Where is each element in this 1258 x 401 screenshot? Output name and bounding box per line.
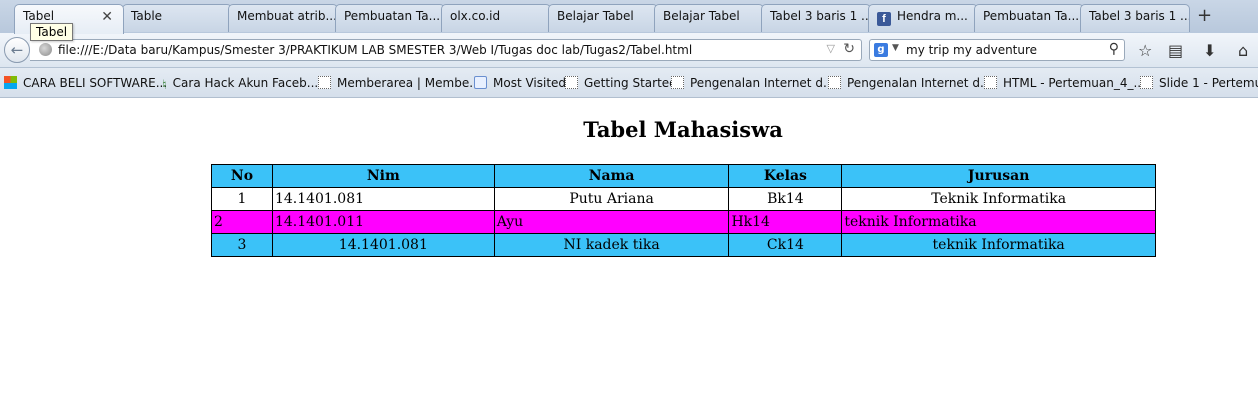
bookmarks-list-icon[interactable]: ▤ <box>1168 41 1183 60</box>
tab-pembuatan-tabel-2[interactable]: Pembuatan Ta... <box>974 4 1084 32</box>
search-bar[interactable]: g ▼ my trip my adventure ⚲ <box>869 39 1125 61</box>
tab-label: Hendra m... <box>897 9 968 23</box>
tab-belajar-tabel-2[interactable]: Belajar Tabel <box>654 4 764 32</box>
page-title: Tabel Mahasiswa <box>583 117 783 142</box>
table-row: 1 14.1401.081 Putu Ariana Bk14 Teknik In… <box>211 187 1156 211</box>
tab-strip: Tabel ✕ Table Membuat atrib... Pembuatan… <box>0 0 1258 34</box>
table-row: 3 14.1401.081 NI kadek tika Ck14 teknik … <box>211 233 1156 257</box>
back-button[interactable]: ← <box>4 37 30 63</box>
bookmark-item[interactable]: Slide 1 - Pertemuan <box>1140 76 1258 90</box>
cell-no: 2 <box>211 210 273 234</box>
bookmarks-toolbar: CARA BELI SOFTWARE... ♮ Cara Hack Akun Fa… <box>0 68 1258 98</box>
tab-pembuatan-tabel[interactable]: Pembuatan Ta... <box>335 4 445 32</box>
bookmark-label: Slide 1 - Pertemuan <box>1159 76 1258 90</box>
bookmark-item[interactable]: ♮ Cara Hack Akun Faceb... <box>162 76 319 93</box>
page-icon <box>828 76 841 89</box>
tab-label: Pembuatan Ta... <box>983 9 1080 23</box>
tab-label: Belajar Tabel <box>557 9 634 23</box>
close-icon[interactable]: ✕ <box>101 9 113 25</box>
tab-tabel-3-baris[interactable]: Tabel 3 baris 1 ... <box>761 4 871 32</box>
url-history-dropdown-icon[interactable]: ▽ <box>827 42 835 55</box>
cell-nama: Putu Ariana <box>493 187 730 211</box>
bookmark-label: Pengenalan Internet d... <box>847 76 992 90</box>
tab-label: olx.co.id <box>450 9 501 23</box>
bookmark-star-icon[interactable]: ☆ <box>1138 41 1152 60</box>
tab-belajar-tabel[interactable]: Belajar Tabel <box>548 4 658 32</box>
page-icon <box>318 76 331 89</box>
cell-nama: Ayu <box>493 210 730 234</box>
cell-kelas: Hk14 <box>728 210 843 234</box>
tab-label: Tabel <box>23 9 55 23</box>
google-icon[interactable]: g <box>874 43 888 57</box>
tab-hendra[interactable]: f Hendra m... <box>868 4 978 32</box>
tab-label: Belajar Tabel <box>663 9 740 23</box>
tab-label: Tabel 3 baris 1 ... <box>1089 9 1190 23</box>
star-folder-icon <box>474 76 487 89</box>
tab-olx[interactable]: olx.co.id <box>441 4 551 32</box>
tab-label: Tabel 3 baris 1 ... <box>770 9 871 23</box>
globe-icon <box>39 43 52 56</box>
header-jurusan: Jurusan <box>841 164 1156 188</box>
table-row: 2 14.1401.011 Ayu Hk14 teknik Informatik… <box>211 210 1156 234</box>
chevron-down-icon[interactable]: ▼ <box>892 43 899 53</box>
bookmark-label: Pengenalan Internet d... <box>690 76 835 90</box>
home-icon[interactable]: ⌂ <box>1238 41 1248 60</box>
cell-jurusan: teknik Informatika <box>841 210 1156 234</box>
page-content: Tabel Mahasiswa No Nim Nama Kelas Jurusa… <box>0 98 1258 401</box>
bookmark-label: CARA BELI SOFTWARE... <box>23 76 168 90</box>
bookmark-label: Cara Hack Akun Faceb... <box>172 76 319 90</box>
bookmark-item[interactable]: Most Visited <box>474 76 566 90</box>
bookmark-item[interactable]: Pengenalan Internet d... <box>828 76 991 90</box>
header-no: No <box>211 164 273 188</box>
download-icon[interactable]: ⬇ <box>1203 41 1216 60</box>
page-icon <box>1140 76 1153 89</box>
facebook-icon: f <box>877 12 891 26</box>
page-icon <box>671 76 684 89</box>
cell-nama: NI kadek tika <box>493 233 730 257</box>
cell-nim: 14.1401.081 <box>271 233 495 257</box>
reload-icon[interactable]: ↻ <box>843 41 855 57</box>
bookmark-label: HTML - Pertemuan_4_... <box>1003 76 1145 90</box>
tab-label: Pembuatan Ta... <box>344 9 441 23</box>
bookmark-item[interactable]: CARA BELI SOFTWARE... <box>4 76 167 90</box>
tab-membuat-atribut[interactable]: Membuat atrib... <box>228 4 338 32</box>
search-input[interactable]: my trip my adventure <box>906 43 1037 57</box>
cell-nim: 14.1401.011 <box>271 210 495 234</box>
header-nim: Nim <box>271 164 495 188</box>
tab-tooltip: Tabel <box>30 23 74 41</box>
tab-label: Table <box>131 9 163 23</box>
search-icon[interactable]: ⚲ <box>1109 41 1119 57</box>
navigation-bar: ← file:///E:/Data baru/Kampus/Smester 3/… <box>0 33 1258 68</box>
bookmark-label: Most Visited <box>493 76 567 90</box>
arrow-left-icon: ← <box>10 41 24 59</box>
header-kelas: Kelas <box>728 164 843 188</box>
table-header-row: No Nim Nama Kelas Jurusan <box>211 164 1156 188</box>
bookmark-item[interactable]: Getting Started <box>565 76 677 90</box>
url-text: file:///E:/Data baru/Kampus/Smester 3/PR… <box>58 43 693 57</box>
tab-label: Membuat atrib... <box>237 9 337 23</box>
new-tab-button[interactable]: + <box>1197 5 1212 26</box>
cell-kelas: Ck14 <box>728 233 843 257</box>
page-icon <box>984 76 997 89</box>
runner-icon: ♮ <box>162 78 167 93</box>
bookmark-label: Getting Started <box>584 76 677 90</box>
bookmark-label: Memberarea | Membe... <box>337 76 481 90</box>
tab-table[interactable]: Table <box>122 4 232 32</box>
bookmark-item[interactable]: Memberarea | Membe... <box>318 76 481 90</box>
bookmark-item[interactable]: HTML - Pertemuan_4_... <box>984 76 1145 90</box>
bookmark-item[interactable]: Pengenalan Internet d... <box>671 76 834 90</box>
header-nama: Nama <box>493 164 730 188</box>
cell-nim: 14.1401.081 <box>271 187 495 211</box>
cell-jurusan: Teknik Informatika <box>841 187 1156 211</box>
tab-tabel-3-baris-2[interactable]: Tabel 3 baris 1 ... <box>1080 4 1190 32</box>
student-table: No Nim Nama Kelas Jurusan 1 14.1401.081 … <box>211 164 1156 257</box>
cell-no: 3 <box>211 233 273 257</box>
cell-kelas: Bk14 <box>728 187 843 211</box>
page-icon <box>565 76 578 89</box>
windows-icon <box>4 76 17 89</box>
cell-no: 1 <box>211 187 273 211</box>
cell-jurusan: teknik Informatika <box>841 233 1156 257</box>
url-bar[interactable]: file:///E:/Data baru/Kampus/Smester 3/PR… <box>30 39 862 61</box>
